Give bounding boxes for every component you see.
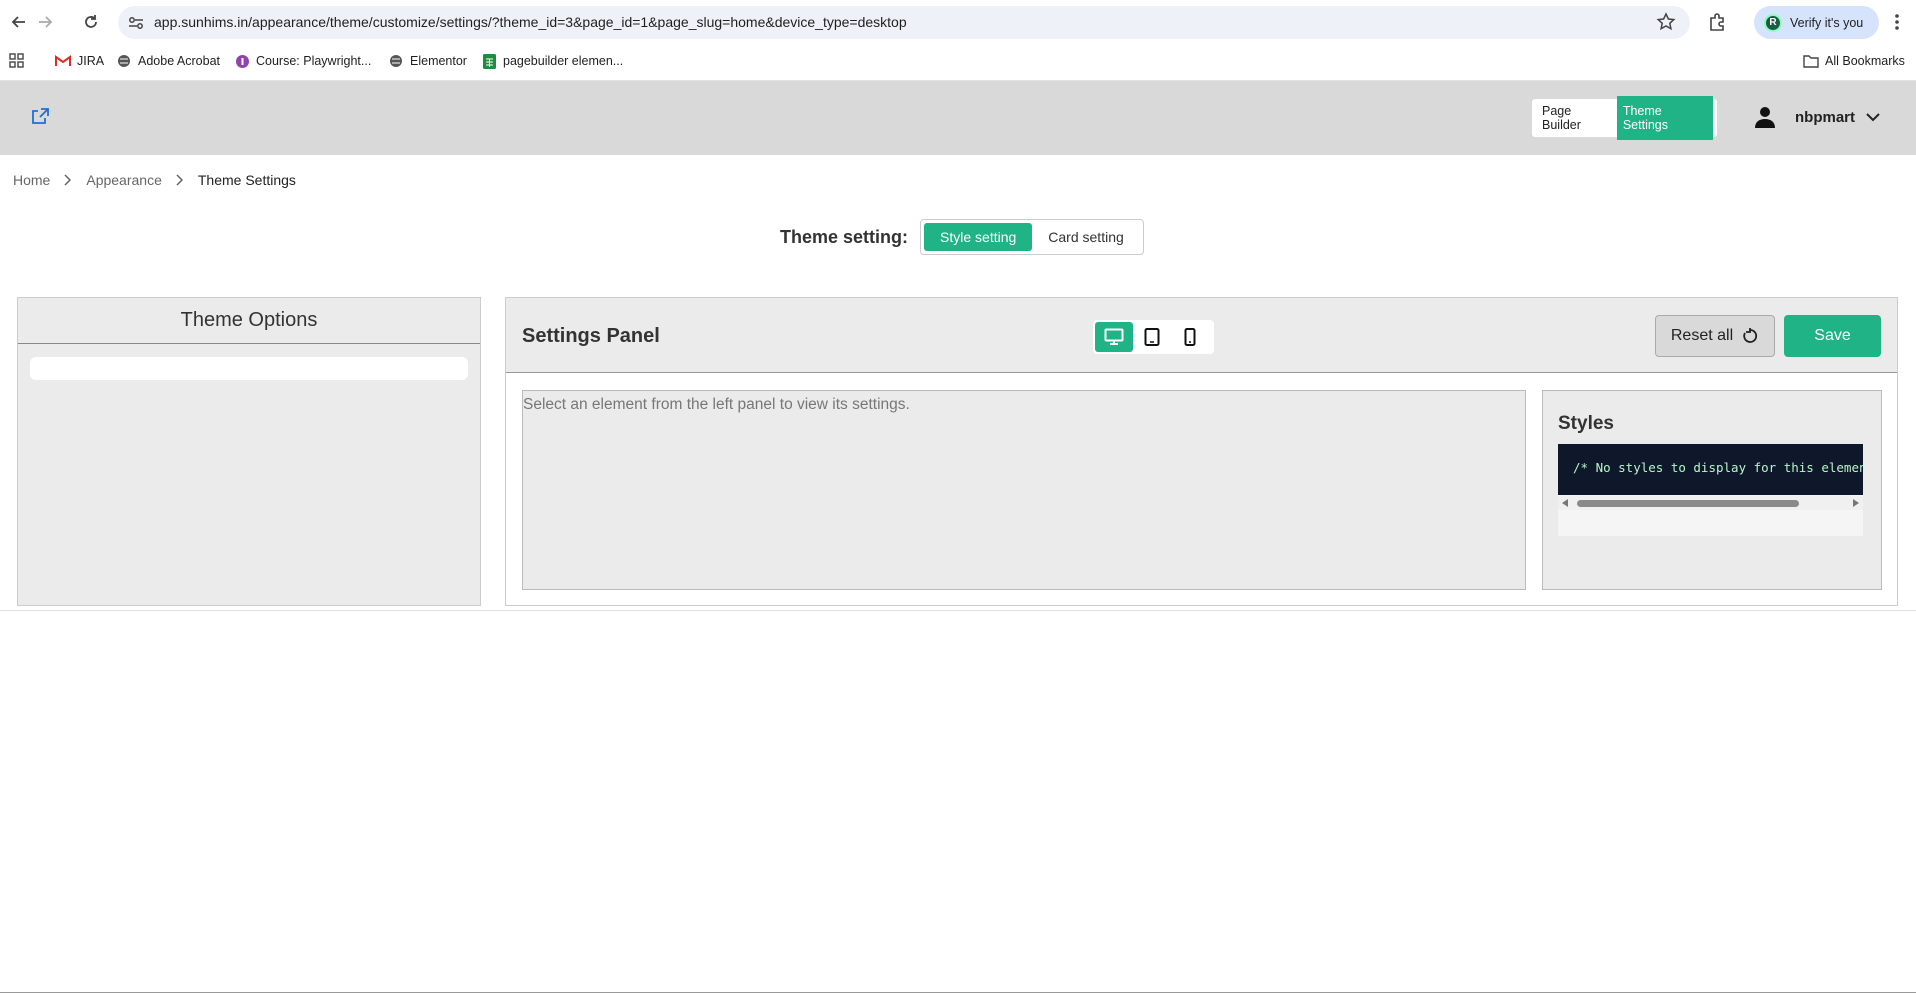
theme-setting-label: Theme setting: [780,226,909,247]
back-icon[interactable] [8,11,30,33]
bookmark-label: Elementor [410,54,467,68]
reload-icon[interactable] [80,11,102,33]
horizontal-scrollbar[interactable] [1558,496,1863,510]
folder-icon [1803,53,1819,69]
bookmark-elementor[interactable]: Elementor [388,53,467,69]
styles-code-container: /* No styles to display for this element… [1558,444,1863,536]
style-setting-tab[interactable]: Style setting [924,223,1033,251]
all-bookmarks-label: All Bookmarks [1825,54,1905,68]
username[interactable]: nbpmart [1795,109,1855,126]
desktop-icon[interactable] [1095,322,1133,352]
breadcrumb-theme-settings: Theme Settings [197,172,296,188]
chevron-right-icon [176,174,183,186]
open-external-icon[interactable] [30,107,52,129]
settings-panel: Settings Panel Reset all Save Select an … [505,297,1898,606]
globe-icon [388,53,404,69]
settings-panel-header: Settings Panel Reset all Save [506,298,1897,373]
bookmark-course-playwright[interactable]: Course: Playwright... [234,53,371,69]
bookmark-label: Adobe Acrobat [138,54,221,68]
address-bar[interactable]: app.sunhims.in/appearance/theme/customiz… [118,6,1690,39]
profile-button-label: Verify it's you [1790,15,1864,30]
profile-avatar: R [1764,13,1782,32]
course-icon [234,53,250,69]
bookmark-adobe-acrobat[interactable]: Adobe Acrobat [116,53,220,69]
save-button[interactable]: Save [1784,315,1881,357]
theme-options-title: Theme Options [18,298,480,344]
chevron-down-icon[interactable] [1865,109,1881,125]
theme-options-search-input[interactable] [30,357,468,380]
styles-title: Styles [1558,413,1614,434]
card-setting-tab[interactable]: Card setting [1032,223,1139,251]
forward-icon[interactable] [34,11,56,33]
bookmark-label: pagebuilder elemen... [503,54,624,68]
user-icon[interactable] [1753,105,1777,129]
profile-button[interactable]: R Verify it's you [1754,6,1879,39]
apps-icon[interactable] [9,53,24,68]
page-divider [0,610,1916,611]
browser-menu-icon[interactable] [1888,11,1906,33]
settings-panel-title: Settings Panel [522,325,660,347]
breadcrumb-appearance[interactable]: Appearance [86,172,162,188]
scroll-left-icon[interactable] [1562,499,1568,507]
mobile-icon[interactable] [1171,322,1209,352]
scroll-right-icon[interactable] [1853,499,1859,507]
theme-options-panel: Theme Options [17,297,481,606]
bookmark-star-icon[interactable] [1656,12,1676,32]
mode-switch: Page Builder Theme Settings [1532,96,1717,140]
url-text[interactable]: app.sunhims.in/appearance/theme/customiz… [154,14,907,30]
reset-icon [1743,328,1758,343]
reset-all-button[interactable]: Reset all [1655,315,1775,357]
bookmark-jira[interactable]: JIRA [55,53,104,69]
bookmark-label: Course: Playwright... [256,54,372,68]
theme-setting-segment: Style setting Card setting [920,219,1144,255]
element-settings-area: Select an element from the left panel to… [522,390,1526,590]
extensions-icon[interactable] [1706,11,1728,33]
breadcrumb-home[interactable]: Home [13,172,50,188]
styles-code: /* No styles to display for this element… [1558,444,1863,495]
page-builder-button[interactable]: Page Builder [1536,96,1617,140]
empty-selection-hint: Select an element from the left panel to… [523,396,910,413]
theme-setting-toggle: Theme setting: Style setting Card settin… [780,219,1144,255]
globe-icon [116,53,132,69]
bookmark-pagebuilder[interactable]: pagebuilder elemen... [481,53,623,69]
theme-settings-button[interactable]: Theme Settings [1616,96,1713,140]
sheets-icon [481,53,497,69]
breadcrumb: Home Appearance Theme Settings [13,172,296,188]
device-switcher [1093,320,1214,354]
app-header: Page Builder Theme Settings nbpmart [0,81,1916,155]
tablet-icon[interactable] [1133,322,1171,352]
bookmark-label: JIRA [77,54,105,68]
all-bookmarks[interactable]: All Bookmarks [1803,53,1905,69]
styles-panel: Styles /* No styles to display for this … [1542,390,1882,590]
browser-toolbar: app.sunhims.in/appearance/theme/customiz… [0,0,1916,45]
gmail-icon [55,53,71,69]
scrollbar-thumb[interactable] [1577,500,1799,507]
reset-all-label: Reset all [1670,327,1734,344]
bookmarks-bar: JIRA Adobe Acrobat Course: Playwright...… [0,45,1916,81]
site-info-icon[interactable] [127,14,145,32]
chevron-right-icon [64,174,72,186]
